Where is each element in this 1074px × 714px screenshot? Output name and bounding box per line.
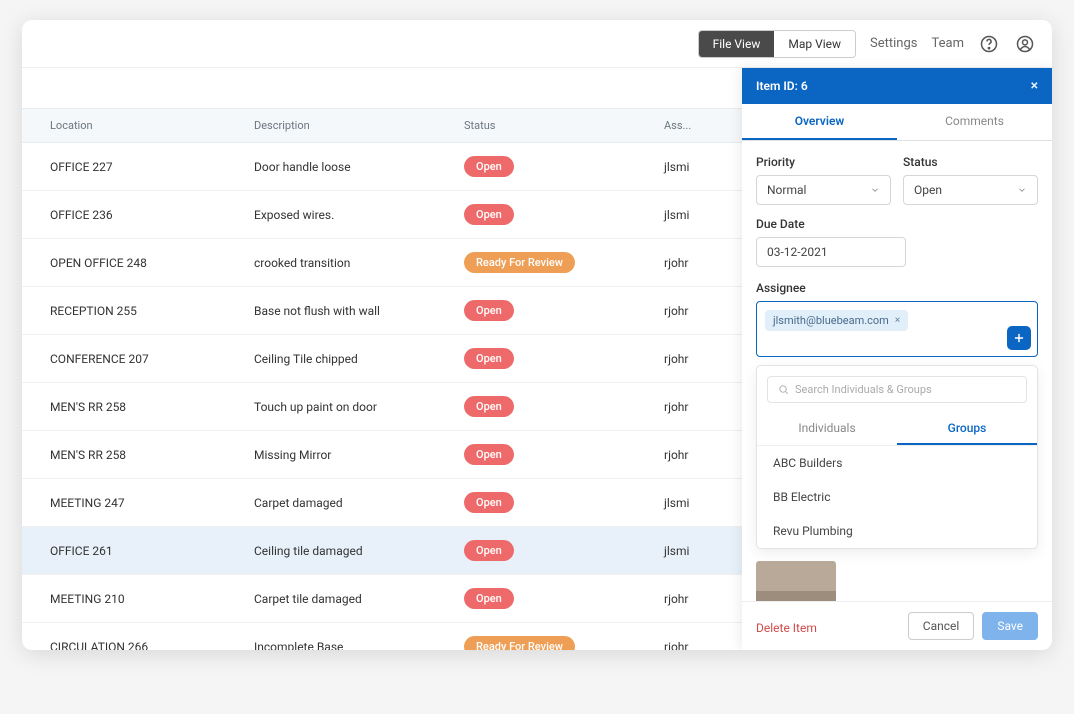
tab-groups[interactable]: Groups: [897, 413, 1037, 445]
cell-description: crooked transition: [242, 243, 452, 283]
cell-location: RECEPTION 255: [22, 291, 242, 331]
search-input[interactable]: Search Individuals & Groups: [767, 376, 1027, 403]
search-icon: [778, 384, 789, 395]
cell-description: Carpet tile damaged: [242, 579, 452, 619]
status-badge: Open: [464, 348, 514, 369]
cell-location: OFFICE 261: [22, 531, 242, 571]
status-badge: Ready For Review: [464, 636, 575, 650]
status-badge: Open: [464, 204, 514, 225]
col-location[interactable]: Location: [22, 109, 242, 142]
col-status[interactable]: Status: [452, 109, 652, 142]
status-badge: Open: [464, 588, 514, 609]
cell-location: OFFICE 227: [22, 147, 242, 187]
cell-location: MEETING 247: [22, 483, 242, 523]
cell-description: Door handle loose: [242, 147, 452, 187]
detail-panel: Item ID: 6 × Overview Comments Priority …: [742, 68, 1052, 650]
close-icon[interactable]: ×: [1031, 78, 1038, 94]
tab-overview[interactable]: Overview: [742, 104, 897, 140]
cell-status: Open: [452, 335, 652, 382]
cell-location: OFFICE 236: [22, 195, 242, 235]
panel-tabs: Overview Comments: [742, 104, 1052, 141]
app-frame: File View Map View Settings Team Export …: [22, 20, 1052, 650]
cell-location: CONFERENCE 207: [22, 339, 242, 379]
assignee-label: Assignee: [756, 281, 1038, 295]
status-badge: Open: [464, 396, 514, 417]
topbar: File View Map View Settings Team: [22, 20, 1052, 68]
cell-status: Ready For Review: [452, 623, 652, 650]
tab-comments[interactable]: Comments: [897, 104, 1052, 140]
file-view-tab[interactable]: File View: [699, 31, 775, 57]
cell-description: Ceiling Tile chipped: [242, 339, 452, 379]
cell-description: Missing Mirror: [242, 435, 452, 475]
cell-status: Open: [452, 383, 652, 430]
cell-location: OPEN OFFICE 248: [22, 243, 242, 283]
cell-location: MEETING 210: [22, 579, 242, 619]
panel-title: Item ID: 6: [756, 79, 808, 93]
panel-footer: Delete Item Cancel Save: [742, 601, 1052, 650]
delete-item-link[interactable]: Delete Item: [756, 621, 817, 635]
status-label: Status: [903, 155, 1038, 169]
panel-header: Item ID: 6 ×: [742, 68, 1052, 104]
priority-label: Priority: [756, 155, 891, 169]
team-link[interactable]: Team: [932, 36, 965, 51]
cell-location: MEN'S RR 258: [22, 435, 242, 475]
dropdown-option[interactable]: ABC Builders: [757, 446, 1037, 480]
cell-description: Touch up paint on door: [242, 387, 452, 427]
cell-status: Ready For Review: [452, 239, 652, 286]
status-badge: Open: [464, 156, 514, 177]
map-view-tab[interactable]: Map View: [774, 31, 855, 57]
assignee-dropdown: Search Individuals & Groups Individuals …: [756, 365, 1038, 549]
cell-status: Open: [452, 287, 652, 334]
assignee-input[interactable]: jlsmith@bluebeam.com ×: [756, 301, 1038, 357]
cell-status: Open: [452, 527, 652, 574]
status-badge: Open: [464, 492, 514, 513]
cell-status: Open: [452, 431, 652, 478]
dropdown-list: ABC BuildersBB ElectricRevu Plumbing: [757, 446, 1037, 548]
dropdown-option[interactable]: Revu Plumbing: [757, 514, 1037, 548]
chevron-down-icon: [870, 185, 880, 195]
cell-status: Open: [452, 575, 652, 622]
cell-description: Carpet damaged: [242, 483, 452, 523]
cell-description: Base not flush with wall: [242, 291, 452, 331]
cell-description: Exposed wires.: [242, 195, 452, 235]
status-badge: Open: [464, 540, 514, 561]
status-select[interactable]: Open: [903, 175, 1038, 205]
cell-description: Incomplete Base: [242, 627, 452, 651]
photo-thumbnail[interactable]: [756, 561, 836, 601]
settings-link[interactable]: Settings: [870, 36, 917, 51]
chevron-down-icon: [1017, 185, 1027, 195]
cell-description: Ceiling tile damaged: [242, 531, 452, 571]
add-assignee-button[interactable]: [1007, 326, 1031, 350]
duedate-label: Due Date: [756, 217, 1038, 231]
dropdown-tabs: Individuals Groups: [757, 413, 1037, 446]
col-description[interactable]: Description: [242, 109, 452, 142]
tab-individuals[interactable]: Individuals: [757, 413, 897, 445]
cell-location: CIRCULATION 266: [22, 627, 242, 651]
cell-status: Open: [452, 479, 652, 526]
dropdown-option[interactable]: BB Electric: [757, 480, 1037, 514]
duedate-input[interactable]: 03-12-2021: [756, 237, 906, 267]
priority-select[interactable]: Normal: [756, 175, 891, 205]
panel-body: Priority Normal Status Open Due Date: [742, 141, 1052, 601]
user-icon[interactable]: [1014, 33, 1036, 55]
status-badge: Open: [464, 444, 514, 465]
assignee-chip: jlsmith@bluebeam.com ×: [765, 310, 908, 331]
cell-status: Open: [452, 143, 652, 190]
help-icon[interactable]: [978, 33, 1000, 55]
cell-status: Open: [452, 191, 652, 238]
save-button[interactable]: Save: [982, 612, 1038, 640]
cell-location: MEN'S RR 258: [22, 387, 242, 427]
cancel-button[interactable]: Cancel: [908, 612, 975, 640]
remove-chip-icon[interactable]: ×: [895, 315, 900, 326]
status-badge: Open: [464, 300, 514, 321]
view-toggle: File View Map View: [698, 30, 856, 58]
status-badge: Ready For Review: [464, 252, 575, 273]
plus-icon: [1012, 331, 1026, 345]
